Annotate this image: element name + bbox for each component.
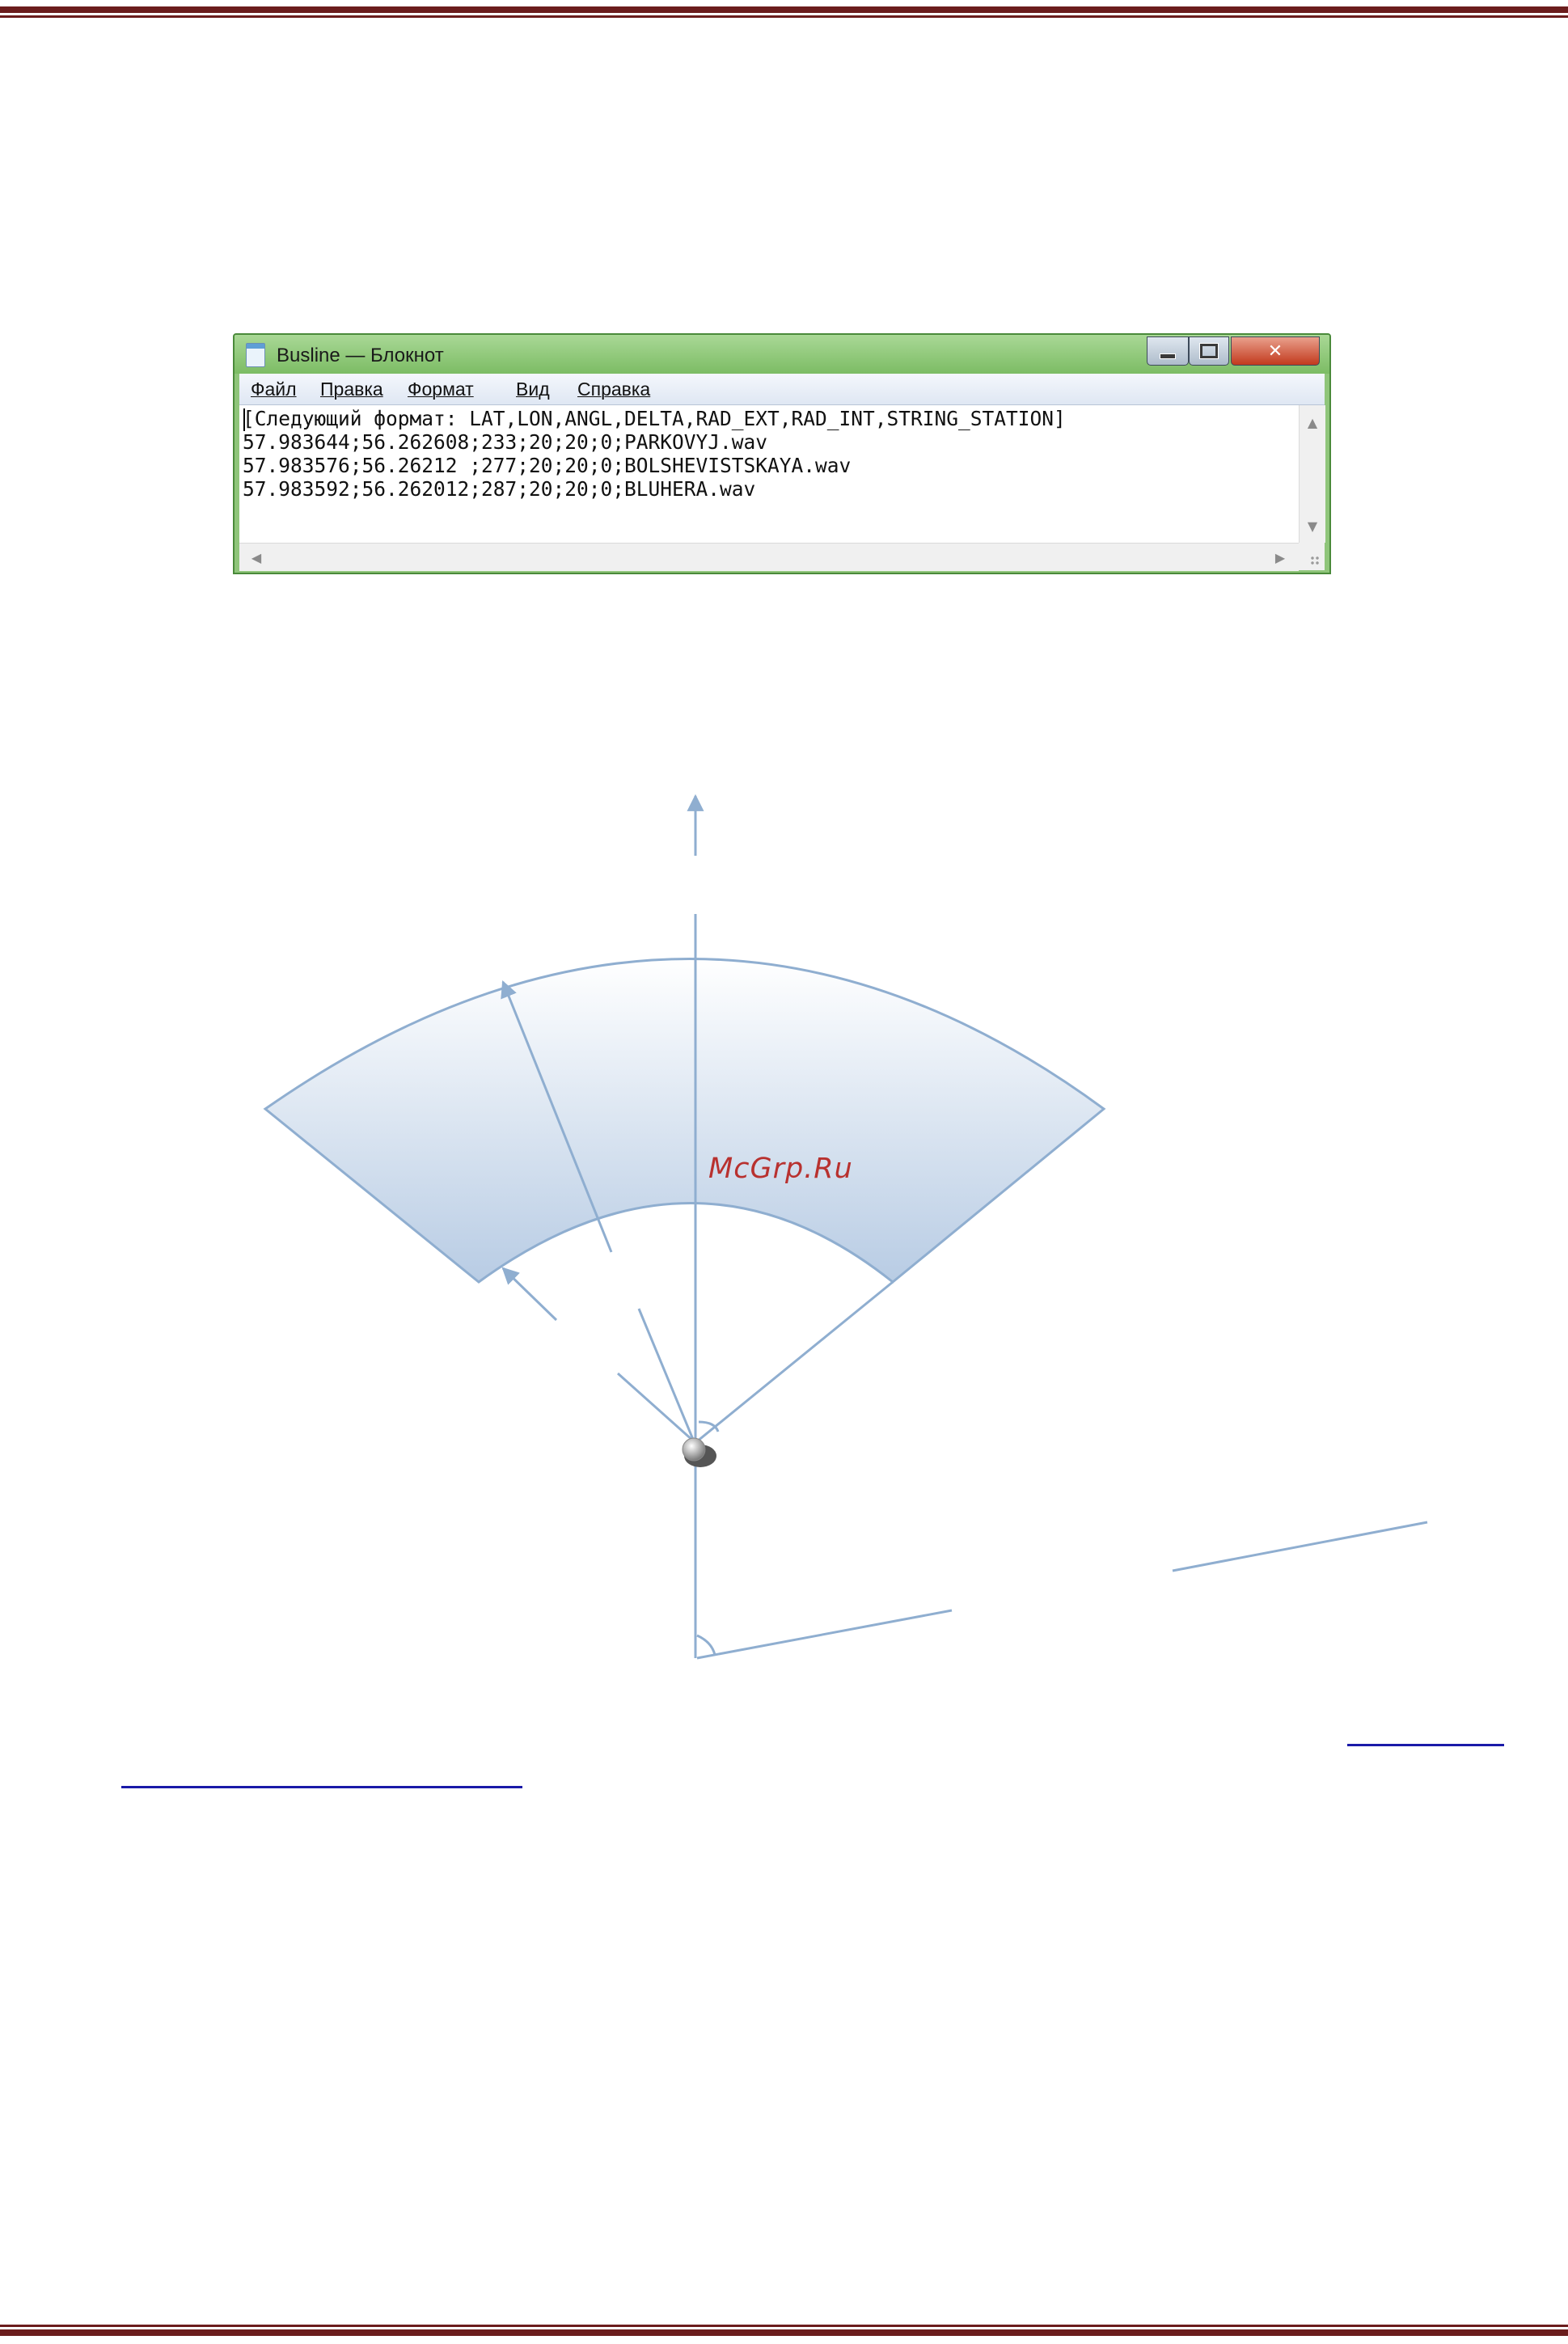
hyperlink-underline[interactable] <box>1347 1744 1504 1746</box>
bottom-border-rule <box>0 2325 1568 2336</box>
sector-right-edge <box>696 1280 894 1443</box>
position-dot-icon <box>682 1437 706 1462</box>
angle-arc-bottom <box>696 1634 716 1656</box>
annular-sector <box>263 958 1106 1284</box>
inner-radius-arrow <box>501 1267 558 1322</box>
hyperlink-underline[interactable] <box>121 1786 522 1788</box>
outer-radius-line <box>637 1308 695 1442</box>
direction-line-lower <box>696 1609 953 1660</box>
direction-line-upper <box>1172 1521 1428 1572</box>
watermark: McGrp.Ru <box>708 1153 853 1185</box>
inner-radius-line <box>617 1372 695 1443</box>
angle-arc-top <box>698 1420 720 1432</box>
